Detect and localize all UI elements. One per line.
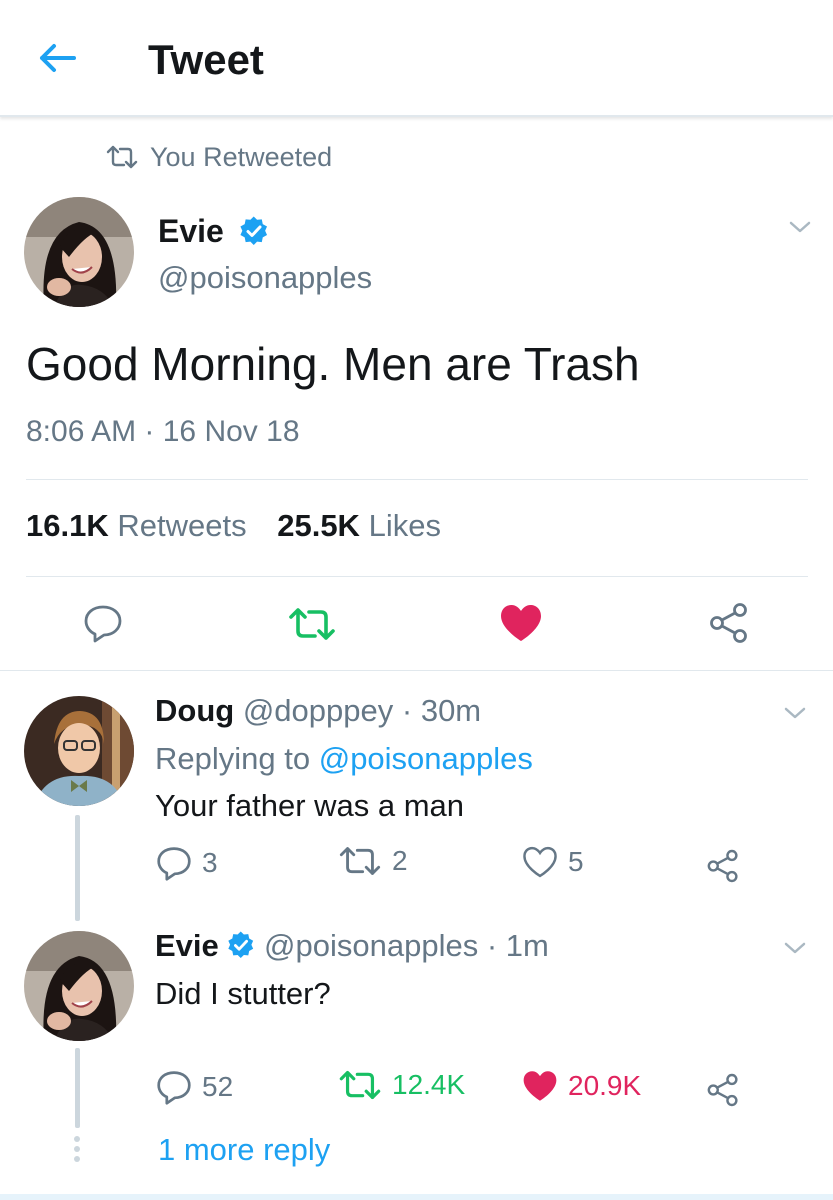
reply-button[interactable]: 52 <box>156 1069 233 1105</box>
likes-label: Likes <box>368 508 441 543</box>
reply-header: Doug @dopppey · 30m <box>155 693 481 729</box>
retweet-context: You Retweeted <box>106 140 332 174</box>
reply-header: Evie @poisonapples · 1m <box>155 928 549 964</box>
reply-button[interactable]: 3 <box>156 845 218 881</box>
retweet-button[interactable]: 2 <box>338 845 408 877</box>
share-icon <box>707 849 738 883</box>
retweet-icon <box>339 847 381 875</box>
chevron-down-icon <box>789 221 811 233</box>
reply-time: 1m <box>505 928 549 963</box>
retweet-context-label: You Retweeted <box>150 141 333 172</box>
reply-time: 30m <box>420 693 482 728</box>
separator-dot: · <box>486 928 498 963</box>
tweet-stats: 16.1K Retweets 25.5K Likes <box>26 508 441 544</box>
retweets-stat[interactable]: 16.1K Retweets <box>26 508 247 543</box>
avatar-photo <box>24 931 134 1041</box>
reply-text: Your father was a man <box>155 788 465 823</box>
retweet-icon <box>289 608 335 640</box>
separator-dot: · <box>144 415 163 448</box>
tweet-timestamp[interactable]: 8:06 AM · 16 Nov 18 <box>26 415 300 449</box>
tweet-text: Good Morning. Men are Trash <box>26 338 640 390</box>
like-button[interactable] <box>499 603 543 648</box>
reply-icon <box>84 605 122 643</box>
page-title: Tweet <box>148 36 264 83</box>
like-count: 20.9K <box>568 1070 642 1101</box>
like-icon <box>501 605 541 641</box>
share-button[interactable] <box>706 849 740 888</box>
reply-count: 3 <box>202 847 218 878</box>
divider <box>26 479 808 480</box>
avatar-photo <box>24 696 134 806</box>
tweet-date: 16 Nov 18 <box>162 415 300 448</box>
retweet-icon <box>339 1070 381 1100</box>
reply-icon <box>157 1071 191 1105</box>
reply-author-handle[interactable]: @dopppey <box>243 693 393 728</box>
separator-dot: · <box>401 693 413 728</box>
verified-badge-icon <box>240 216 267 245</box>
like-count: 25.5K <box>277 508 360 543</box>
more-replies-link[interactable]: 1 more reply <box>158 1132 330 1168</box>
divider <box>26 576 808 577</box>
share-icon <box>707 1073 738 1107</box>
chevron-down-icon <box>784 707 806 719</box>
avatar[interactable] <box>24 197 134 307</box>
tweet-time: 8:06 AM <box>26 415 137 448</box>
retweet-count: 2 <box>392 845 408 876</box>
retweet-button[interactable] <box>288 606 336 647</box>
verified-badge-icon <box>228 931 254 959</box>
share-button[interactable] <box>706 1073 740 1112</box>
retweet-count: 16.1K <box>26 508 109 543</box>
retweet-button[interactable]: 12.4K <box>338 1069 465 1101</box>
like-count: 5 <box>568 846 584 877</box>
reply-button[interactable] <box>83 603 123 648</box>
reply-icon <box>157 847 191 881</box>
like-button[interactable]: 20.9K <box>522 1069 641 1103</box>
reply-author-name[interactable]: Doug <box>155 693 234 728</box>
reply-count: 52 <box>202 1071 234 1102</box>
thread-dots <box>74 1136 81 1166</box>
reply-author-name[interactable]: Evie <box>155 928 219 963</box>
avatar[interactable] <box>24 696 134 806</box>
retweet-icon <box>106 145 138 169</box>
share-icon <box>710 603 747 643</box>
tweet-menu-button[interactable] <box>780 703 810 723</box>
replying-to-label: Replying to <box>155 741 311 776</box>
author-name[interactable]: Evie <box>158 213 269 250</box>
thread-line <box>75 1048 80 1128</box>
back-button[interactable] <box>34 38 80 78</box>
author-handle[interactable]: @poisonapples <box>158 260 372 296</box>
chevron-down-icon <box>784 942 806 954</box>
thread-line <box>75 815 80 921</box>
replying-to-handle[interactable]: @poisonapples <box>319 741 533 776</box>
share-button[interactable] <box>708 602 750 649</box>
tweet-menu-button[interactable] <box>785 217 815 237</box>
like-icon <box>523 1071 557 1101</box>
retweets-label: Retweets <box>117 508 247 543</box>
like-icon <box>523 846 557 878</box>
replying-to: Replying to @poisonapples <box>155 741 533 777</box>
reply-text: Did I stutter? <box>155 976 331 1011</box>
bottom-divider <box>0 1194 833 1200</box>
avatar[interactable] <box>24 931 134 1041</box>
back-arrow-icon <box>40 44 76 72</box>
like-button[interactable]: 5 <box>522 845 584 879</box>
likes-stat[interactable]: 25.5K Likes <box>277 508 441 543</box>
author-name-label: Evie <box>158 213 224 249</box>
divider <box>0 670 833 671</box>
reply-author-handle[interactable]: @poisonapples <box>264 928 478 963</box>
retweet-count: 12.4K <box>392 1069 466 1100</box>
tweet-menu-button[interactable] <box>780 938 810 958</box>
avatar-photo <box>24 197 134 307</box>
top-app-bar: Tweet <box>0 0 833 117</box>
